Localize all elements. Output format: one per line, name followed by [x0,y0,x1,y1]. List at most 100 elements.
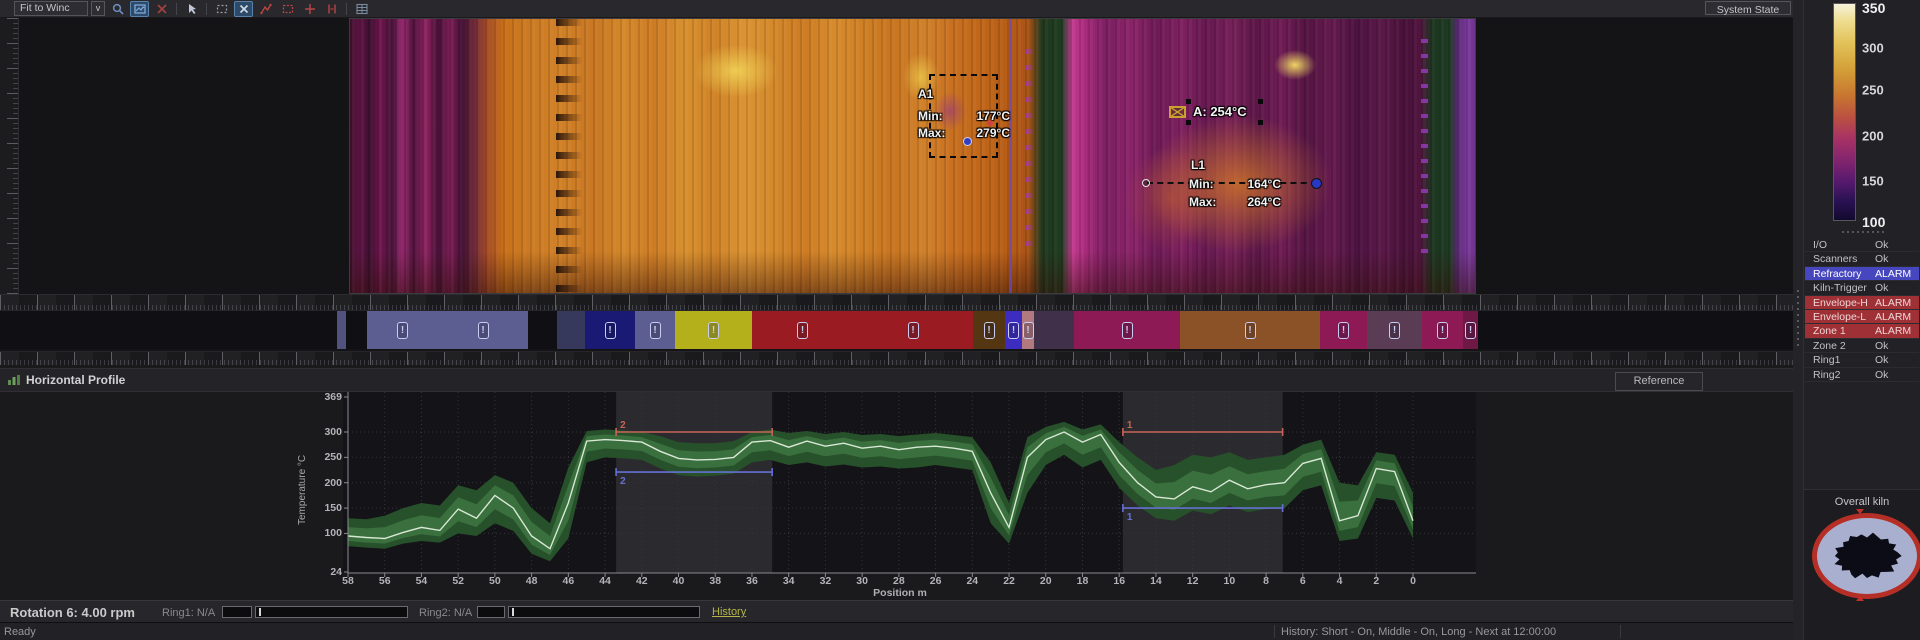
selection-handle[interactable] [1258,99,1263,104]
toolbar: Fit to Winc v System State [0,0,1793,18]
zone-alarm-icon: ! [984,322,995,339]
grid-view-icon[interactable] [352,1,371,17]
line-l1-label: L1 [1191,158,1205,172]
status-row[interactable]: ScannersOk [1805,252,1919,266]
status-row[interactable]: Zone 1ALARM [1805,324,1919,338]
zone-segment[interactable] [337,311,346,349]
zoom-icon[interactable] [108,1,127,17]
gauge-bottom-marker [1856,596,1864,601]
delete-palette-icon[interactable] [152,1,171,17]
panel-splitter[interactable] [1793,0,1803,640]
history-link[interactable]: History [712,606,746,618]
zone-segment[interactable]: ! [1320,311,1367,349]
zone-alarm-icon: ! [1122,322,1133,339]
status-value: Ok [1875,252,1888,266]
x-axis-title: Position m [855,587,945,599]
zone-segment[interactable]: ! [675,311,752,349]
zone-segment[interactable]: ! [853,311,973,349]
zone-segment[interactable]: ! [752,311,853,349]
status-row[interactable]: Ring2 Ok [1805,368,1919,382]
zone-alarm-icon: ! [1008,322,1019,339]
view-mode-select[interactable]: Fit to Winc [14,1,88,16]
status-row[interactable]: Ring1Ok [1805,353,1919,367]
area-roi-icon[interactable] [278,1,297,17]
status-row[interactable]: Envelope-LALARM [1805,310,1919,324]
status-row[interactable]: Kiln-TriggerOk [1805,281,1919,295]
zone-segment[interactable]: ! [635,311,675,349]
vertical-ruler [0,18,19,294]
zone-segment[interactable]: ! [1463,311,1478,349]
kiln-tyre-marks [556,19,582,293]
status-row[interactable]: I/OOk [1805,238,1919,252]
x-axis-tick-label: 46 [557,575,579,587]
panel-splitter-handle[interactable] [1842,231,1884,233]
line-l1-max: Max:264°C [1189,195,1281,209]
status-value: Ok [1875,368,1888,382]
l1-start-marker[interactable] [1142,179,1150,187]
zone-alarm-icon: ! [1023,322,1034,339]
a1-min-marker[interactable] [963,137,972,146]
status-name: I/O [1813,238,1827,252]
zone-segment[interactable]: ! [1074,311,1180,349]
status-row[interactable]: Zone 2Ok [1805,339,1919,353]
status-row[interactable]: RefractoryALARM [1805,267,1919,281]
cursor-icon[interactable] [182,1,201,17]
horizontal-profile-section: Horizontal Profile Reference 2211 Positi… [0,365,1793,600]
zone-segment[interactable]: ! [1022,311,1034,349]
status-row[interactable]: Envelope-HALARM [1805,296,1919,310]
zone-segment[interactable]: ! [1422,311,1463,349]
min-label: Min: [918,109,943,123]
line-l1-min: Min:164°C [1189,177,1281,191]
line-roi-icon[interactable] [256,1,275,17]
max-label: Max: [1189,195,1216,209]
x-axis-tick-label: 6 [1292,575,1314,587]
selection-handle[interactable] [1186,99,1191,104]
system-state-button[interactable]: System State [1705,1,1791,15]
status-name: Zone 2 [1813,339,1846,353]
select-rect-icon[interactable] [212,1,231,17]
zone-segment[interactable]: ! [973,311,1005,349]
zone-segment[interactable]: ! [367,311,438,349]
x-axis-tick-label: 38 [704,575,726,587]
zone-segment[interactable]: ! [1005,311,1022,349]
zone-segment[interactable]: ! [438,311,528,349]
toolbar-divider [346,3,347,15]
colorbar-tick: 200 [1862,129,1912,144]
x-axis-tick-label: 58 [337,575,359,587]
point-roi-icon[interactable] [300,1,319,17]
l1-end-marker[interactable] [1311,178,1322,189]
profile-chart[interactable]: 2211 [0,365,1793,598]
split-roi-icon[interactable] [322,1,341,17]
zone-segment[interactable] [1034,311,1074,349]
overall-kiln-title: Overall kiln [1804,496,1920,508]
max-value: 279°C [977,126,1011,140]
status-name: Refractory [1813,267,1861,281]
thermal-image[interactable]: A1 Min:177°C Max:279°C A: 254°C L1 Min:1… [349,18,1476,294]
overall-kiln-gauge[interactable] [1812,513,1920,599]
status-value: Ok [1875,353,1888,367]
x-axis-tick-label: 32 [814,575,836,587]
statusbar-divider [1620,625,1621,638]
toolbar-divider [176,3,177,15]
zone-alarm-icon: ! [1465,322,1476,339]
zone-segment[interactable]: ! [1180,311,1320,349]
clear-selection-icon[interactable] [234,1,253,17]
ring1-value-box [222,606,252,618]
status-name: Zone 1 [1813,324,1846,338]
status-value: ALARM [1875,296,1911,310]
min-label: Min: [1189,177,1214,191]
view-mode-dropdown-arrow[interactable]: v [91,1,105,16]
zone-alarm-icon: ! [1245,322,1256,339]
zone-alarm-icon: ! [708,322,719,339]
spot-a-envelope-icon[interactable] [1169,106,1186,118]
zone-segment[interactable] [557,311,585,349]
a1-max-marker[interactable] [987,120,993,126]
palette-icon[interactable] [130,1,149,17]
selection-handle[interactable] [1258,120,1263,125]
selection-handle[interactable] [1186,120,1191,125]
zone-segment[interactable]: ! [1367,311,1422,349]
spot-a-label[interactable]: A: 254°C [1193,104,1247,119]
temperature-color-scale[interactable] [1833,3,1856,221]
status-name: Ring2 [1813,368,1840,382]
zone-segment[interactable]: ! [585,311,635,349]
